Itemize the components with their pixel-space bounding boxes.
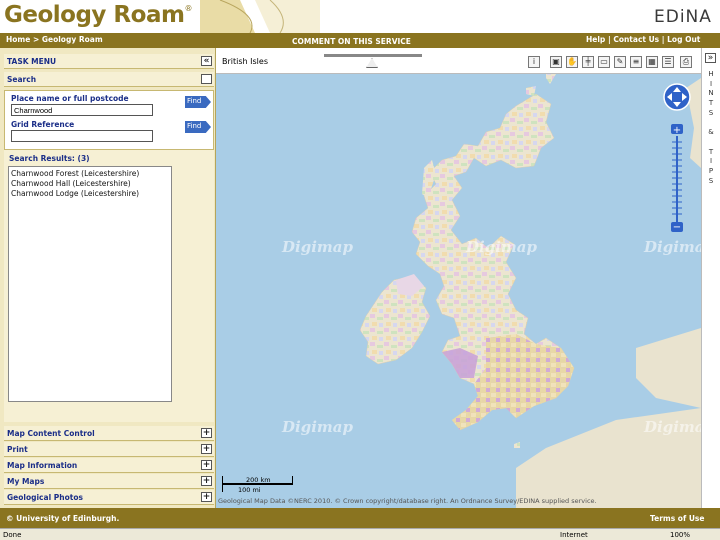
place-label: Place name or full postcode xyxy=(11,94,129,103)
camera-icon[interactable]: ▣ xyxy=(550,56,562,68)
header: Geology Roam® EDiNA xyxy=(0,0,720,33)
top-links: Help | Contact Us | Log Out xyxy=(586,35,700,44)
zoom-box-icon[interactable]: ▭ xyxy=(598,56,610,68)
print-icon[interactable]: ⎙ xyxy=(680,56,692,68)
pan-hand-icon[interactable]: ✋ xyxy=(566,56,578,68)
annotate-icon[interactable]: ✎ xyxy=(614,56,626,68)
map-content-control-bar[interactable]: Map Content Control + xyxy=(4,426,214,441)
zoom-level[interactable]: 100% xyxy=(670,531,690,539)
layers-icon[interactable]: ☰ xyxy=(662,56,674,68)
info-icon[interactable]: i xyxy=(528,56,540,68)
expand-icon[interactable]: + xyxy=(201,428,212,438)
comment-link[interactable]: COMMENT ON THIS SERVICE xyxy=(292,37,411,46)
results-title: Search Results: (3) xyxy=(9,154,90,163)
footer: © University of Edinburgh. Terms of Use xyxy=(0,508,720,528)
edina-logo[interactable]: EDiNA xyxy=(654,7,712,27)
task-menu-bar[interactable]: TASK MENU « xyxy=(4,54,214,69)
legend-icon[interactable]: ≡ xyxy=(630,56,642,68)
link-separator: | xyxy=(661,35,665,44)
find-grid-button[interactable]: Find xyxy=(185,121,211,133)
measure-icon[interactable]: ╪ xyxy=(582,56,594,68)
scale-mi: 100 mi xyxy=(238,486,261,494)
channel-islands xyxy=(514,442,520,448)
map-information-bar[interactable]: Map Information + xyxy=(4,458,214,473)
place-input[interactable] xyxy=(11,104,153,116)
browser-status-bar: Done Internet 100% xyxy=(0,528,720,540)
app-logo[interactable]: Geology Roam® xyxy=(4,2,192,28)
security-zone: Internet xyxy=(560,531,588,539)
my-maps-bar[interactable]: My Maps + xyxy=(4,474,214,489)
svg-text:+: + xyxy=(673,125,681,136)
section-label: Map Content Control xyxy=(7,429,95,438)
status-text: Done xyxy=(3,531,22,539)
expand-icon[interactable]: + xyxy=(201,476,212,486)
map-attribution: Geological Map Data ©NERC 2010. © Crown … xyxy=(218,497,597,505)
results-list: Charnwood Forest (Leicestershire) Charnw… xyxy=(8,166,172,402)
search-form: Place name or full postcode Find Grid Re… xyxy=(4,90,214,150)
geological-photos-bar[interactable]: Geological Photos + xyxy=(4,490,214,505)
orkney xyxy=(526,86,536,96)
map-viewport[interactable]: Digimap Digimap Digimap Digimap Digimap xyxy=(216,48,701,508)
full-extent-icon[interactable]: ▦ xyxy=(646,56,658,68)
continent-coast xyxy=(636,328,701,408)
expand-icon[interactable]: + xyxy=(201,492,212,502)
collapse-icon[interactable]: » xyxy=(705,53,716,63)
search-bar[interactable]: Search xyxy=(4,72,214,87)
minimize-icon[interactable] xyxy=(201,74,212,84)
help-link[interactable]: Help xyxy=(586,35,605,44)
section-label: My Maps xyxy=(7,477,45,486)
map-toolbar: British Isles i ▣ ✋ ╪ ▭ ✎ ≡ ▦ ☰ ⎙ xyxy=(216,48,701,74)
header-decoration xyxy=(200,0,320,33)
zoom-slider-handle[interactable] xyxy=(366,58,378,68)
nav-bar: Home > Geology Roam COMMENT ON THIS SERV… xyxy=(0,33,720,48)
result-item[interactable]: Charnwood Hall (Leicestershire) xyxy=(11,179,169,189)
map-watermark: Digimap xyxy=(282,238,353,256)
expand-icon[interactable]: + xyxy=(201,460,212,470)
section-label: Print xyxy=(7,445,28,454)
hints-tips-label[interactable]: HI NT S & TI PS xyxy=(706,70,716,186)
grid-input[interactable] xyxy=(11,130,153,142)
contact-link[interactable]: Contact Us xyxy=(613,35,659,44)
logout-link[interactable]: Log Out xyxy=(667,35,700,44)
result-item[interactable]: Charnwood Forest (Leicestershire) xyxy=(11,169,169,179)
search-title: Search xyxy=(7,75,37,84)
map-watermark: Digimap xyxy=(282,418,353,436)
collapse-icon[interactable]: « xyxy=(201,56,212,66)
expand-icon[interactable]: + xyxy=(201,444,212,454)
section-label: Map Information xyxy=(7,461,78,470)
link-separator: | xyxy=(607,35,611,44)
map-watermark: Digimap xyxy=(466,238,537,256)
pan-zoom-control[interactable]: + − xyxy=(662,82,692,242)
find-place-button[interactable]: Find xyxy=(185,96,211,108)
map-watermark: Digimap xyxy=(644,418,701,436)
region-label: British Isles xyxy=(222,57,268,66)
hints-tips-strip[interactable]: » HI NT S & TI PS xyxy=(701,48,720,508)
svg-text:−: − xyxy=(673,222,681,233)
task-panel: TASK MENU « Search Place name or full po… xyxy=(0,48,216,508)
geology-map[interactable] xyxy=(216,48,701,508)
scale-bar: 200 km 100 mi xyxy=(222,476,294,494)
scale-km: 200 km xyxy=(246,476,271,484)
task-menu-label: TASK MENU xyxy=(7,57,57,66)
zoom-slider-track[interactable] xyxy=(324,54,422,57)
grid-label: Grid Reference xyxy=(11,120,75,129)
terms-link[interactable]: Terms of Use xyxy=(650,514,704,523)
result-item[interactable]: Charnwood Lodge (Leicestershire) xyxy=(11,189,169,199)
print-bar[interactable]: Print + xyxy=(4,442,214,457)
section-label: Geological Photos xyxy=(7,493,83,502)
breadcrumb[interactable]: Home > Geology Roam xyxy=(6,35,103,44)
copyright-link[interactable]: © University of Edinburgh. xyxy=(6,514,119,523)
